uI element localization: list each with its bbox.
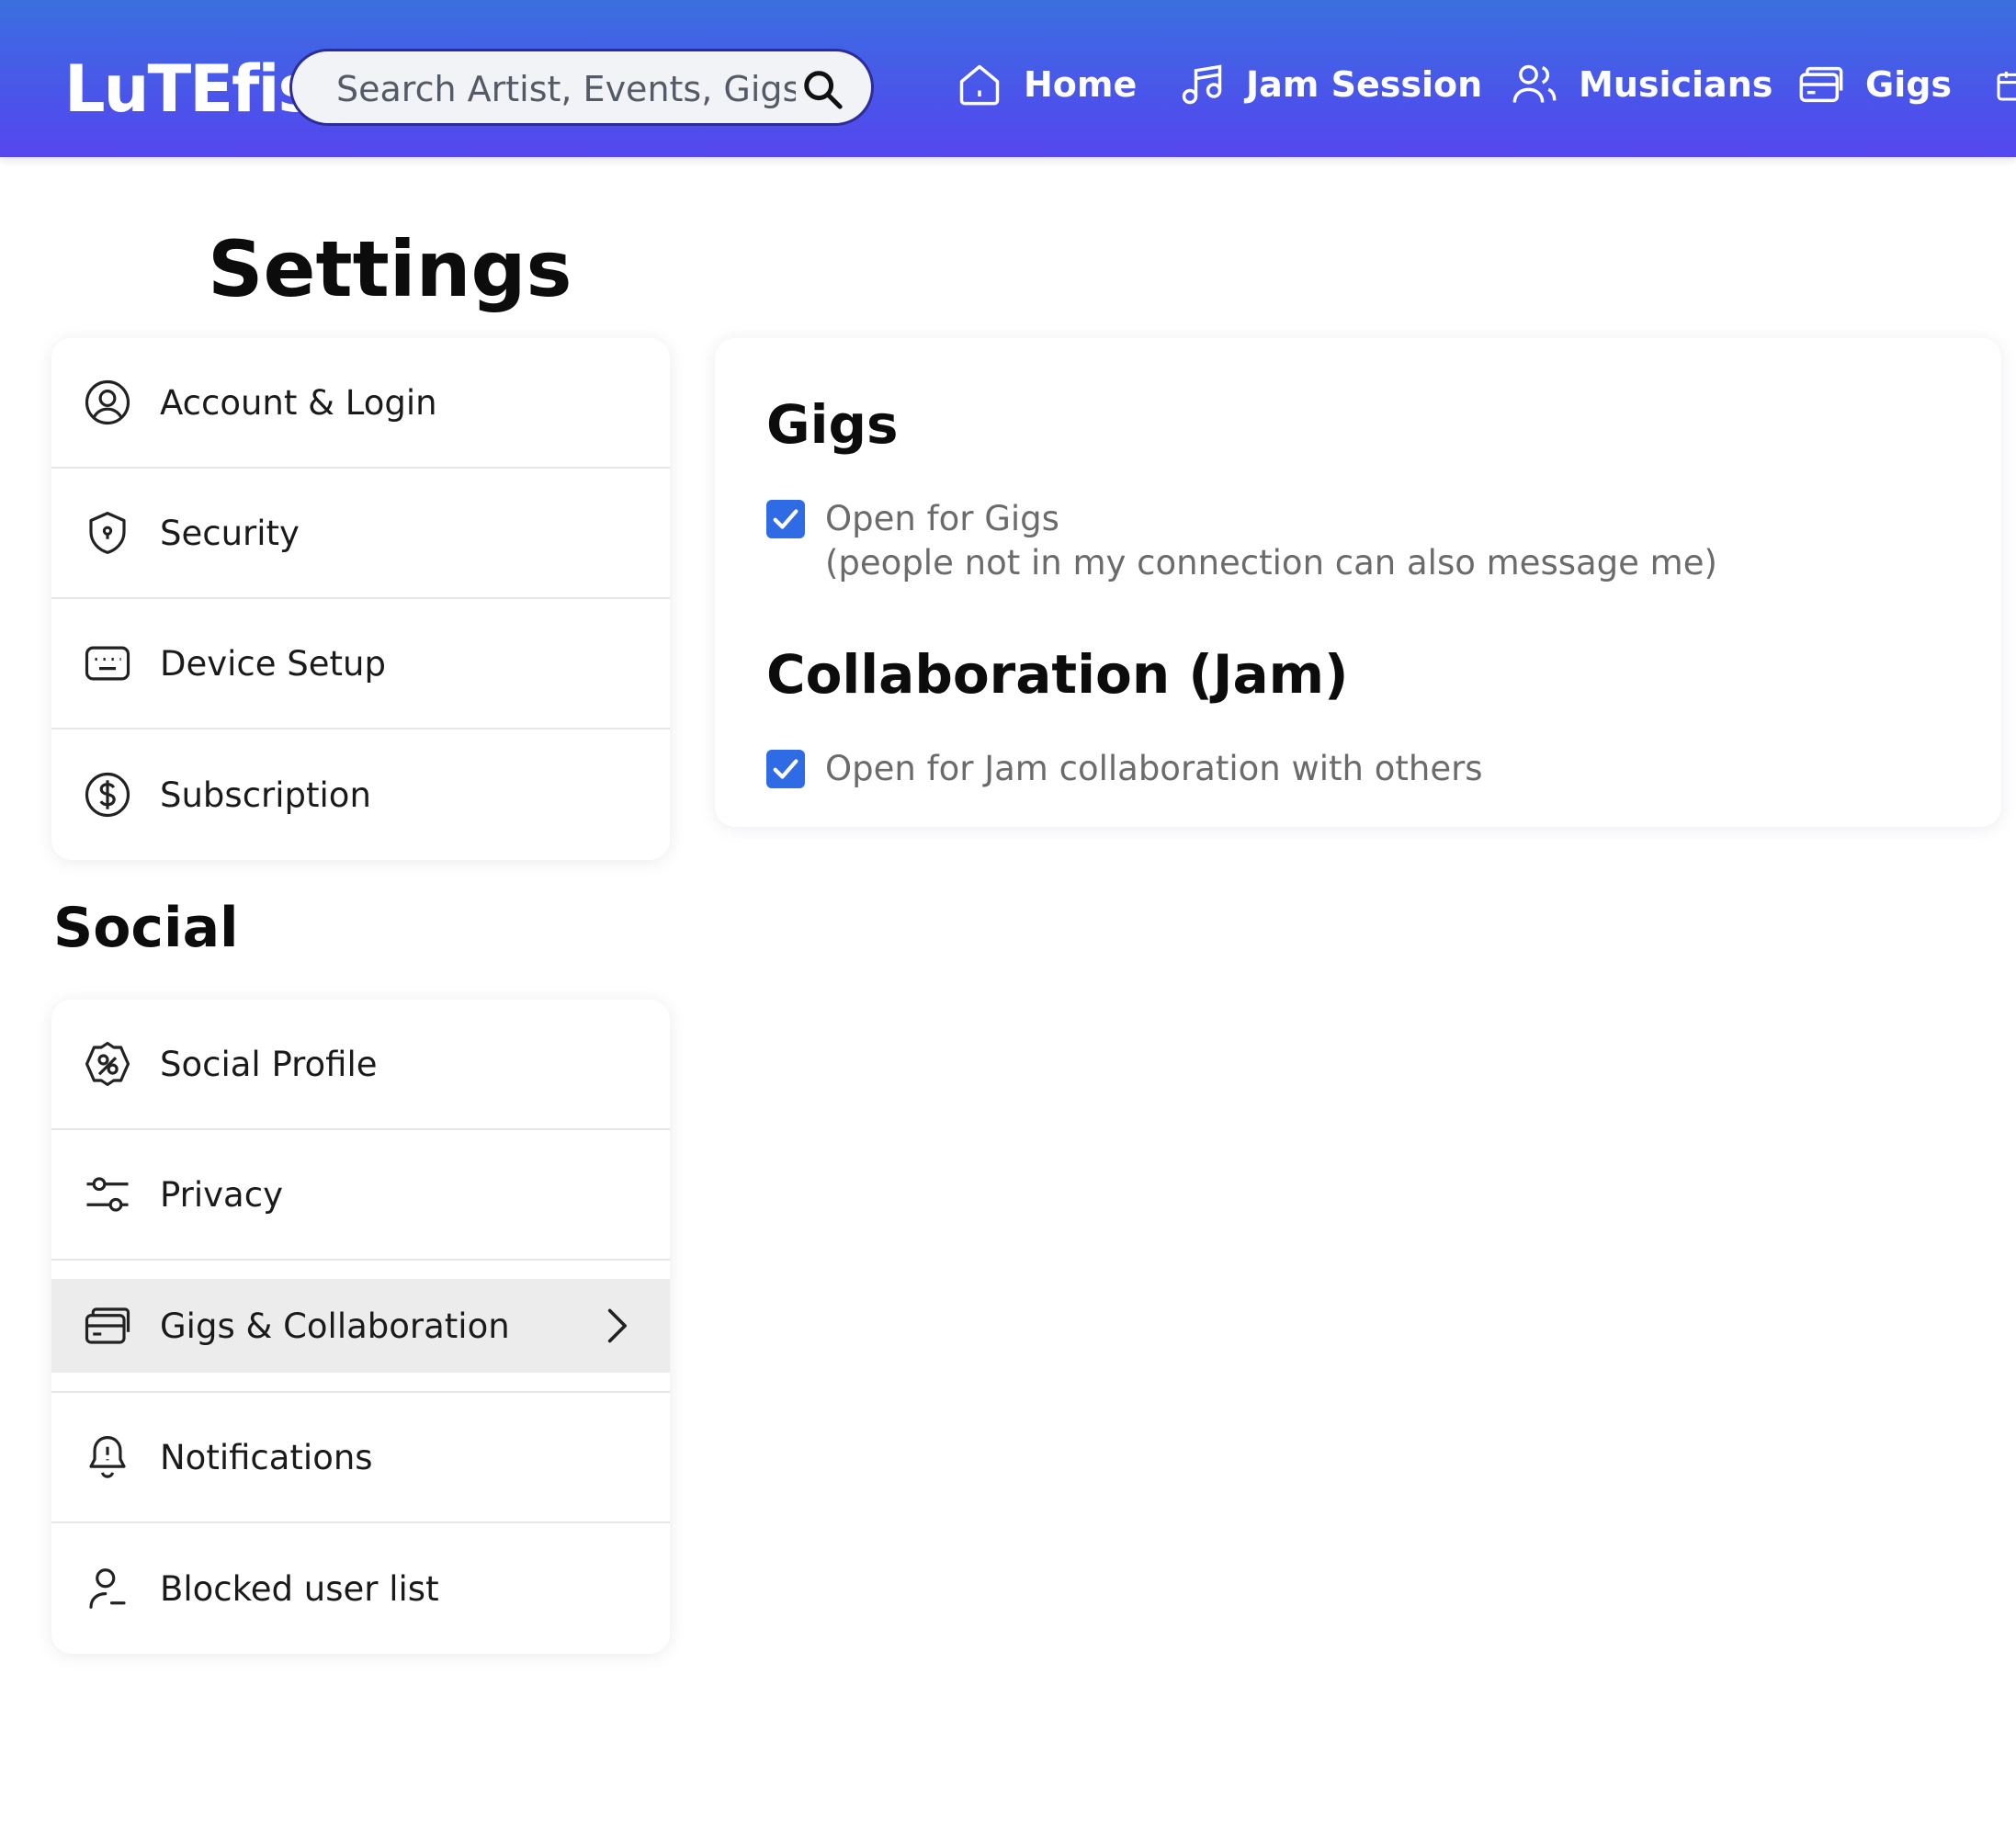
collaboration-heading: Collaboration (Jam) — [766, 643, 1349, 706]
menu-item-label: Device Setup — [160, 643, 386, 684]
menu-item-notifications[interactable]: Notifications — [51, 1393, 670, 1523]
menu-item-label: Blocked user list — [160, 1568, 439, 1609]
user-blocked-icon — [89, 1568, 126, 1609]
menu-item-label: Subscription — [160, 775, 371, 815]
menu-item-label: Notifications — [160, 1437, 373, 1477]
open-for-gigs-label[interactable]: Open for Gigs — [825, 497, 1059, 541]
users-icon — [1512, 64, 1557, 103]
bell-icon — [89, 1436, 126, 1478]
nav-musicians[interactable]: Musicians — [1511, 55, 1772, 114]
menu-item-privacy[interactable]: Privacy — [51, 1130, 670, 1261]
menu-item-gigs-collaboration[interactable]: Gigs & Collaboration — [51, 1279, 670, 1373]
nav-musicians-label: Musicians — [1579, 64, 1773, 105]
checkmark-icon — [773, 759, 798, 779]
nav-home-label: Home — [1024, 64, 1138, 105]
nav-jam-session[interactable]: Jam Session — [1178, 55, 1482, 114]
menu-item-label: Privacy — [160, 1174, 283, 1215]
nav-gigs-label: Gigs — [1865, 64, 1953, 105]
settings-menu: Account & Login Security Device Setup Su… — [51, 338, 670, 860]
nav-jam-session-label: Jam Session — [1246, 64, 1483, 105]
menu-item-security[interactable]: Security — [51, 469, 670, 599]
open-for-jam-checkbox[interactable] — [766, 750, 805, 788]
user-circle-icon — [85, 379, 130, 425]
menu-item-account-login[interactable]: Account & Login — [51, 338, 670, 469]
social-menu: Social Profile Privacy Gigs & Collaborat… — [51, 1000, 670, 1654]
top-navigation-bar: LuTEfish Home Jam Session Musicians Gigs — [0, 0, 2016, 157]
gigs-collaboration-panel: Gigs Open for Gigs (people not in my con… — [715, 338, 2001, 827]
chevron-right-icon — [607, 1308, 627, 1343]
nav-home[interactable]: Home — [956, 55, 1137, 114]
shield-icon — [89, 512, 126, 554]
home-icon — [959, 64, 1000, 106]
page-title: Settings — [208, 224, 572, 314]
open-for-gigs-checkbox[interactable] — [766, 500, 805, 538]
open-for-gigs-note: (people not in my connection can also me… — [825, 543, 1717, 582]
gigs-card-icon — [1799, 66, 1843, 103]
menu-item-label: Account & Login — [160, 382, 437, 423]
search-input[interactable] — [334, 64, 798, 114]
search-box[interactable] — [289, 49, 874, 126]
checkmark-icon — [773, 509, 798, 529]
dollar-circle-icon — [85, 772, 130, 818]
menu-item-subscription[interactable]: Subscription — [51, 730, 670, 860]
sliders-icon — [86, 1177, 129, 1212]
music-note-icon — [1182, 64, 1222, 105]
open-for-jam-label[interactable]: Open for Jam collaboration with others — [825, 747, 1483, 791]
calendar-icon[interactable] — [1994, 64, 2016, 107]
gigs-heading: Gigs — [766, 393, 899, 456]
social-section-title: Social — [53, 896, 239, 960]
menu-item-blocked-users[interactable]: Blocked user list — [51, 1523, 670, 1654]
menu-item-social-profile[interactable]: Social Profile — [51, 1000, 670, 1130]
badge-icon — [85, 1041, 130, 1087]
menu-item-label: Social Profile — [160, 1044, 378, 1084]
keyboard-icon — [85, 646, 130, 681]
menu-item-label: Security — [160, 513, 300, 553]
menu-item-device-setup[interactable]: Device Setup — [51, 599, 670, 730]
nav-gigs[interactable]: Gigs — [1797, 55, 1952, 114]
search-icon[interactable] — [801, 68, 844, 110]
gigs-card-icon — [85, 1307, 130, 1344]
menu-item-label: Gigs & Collaboration — [160, 1306, 510, 1346]
